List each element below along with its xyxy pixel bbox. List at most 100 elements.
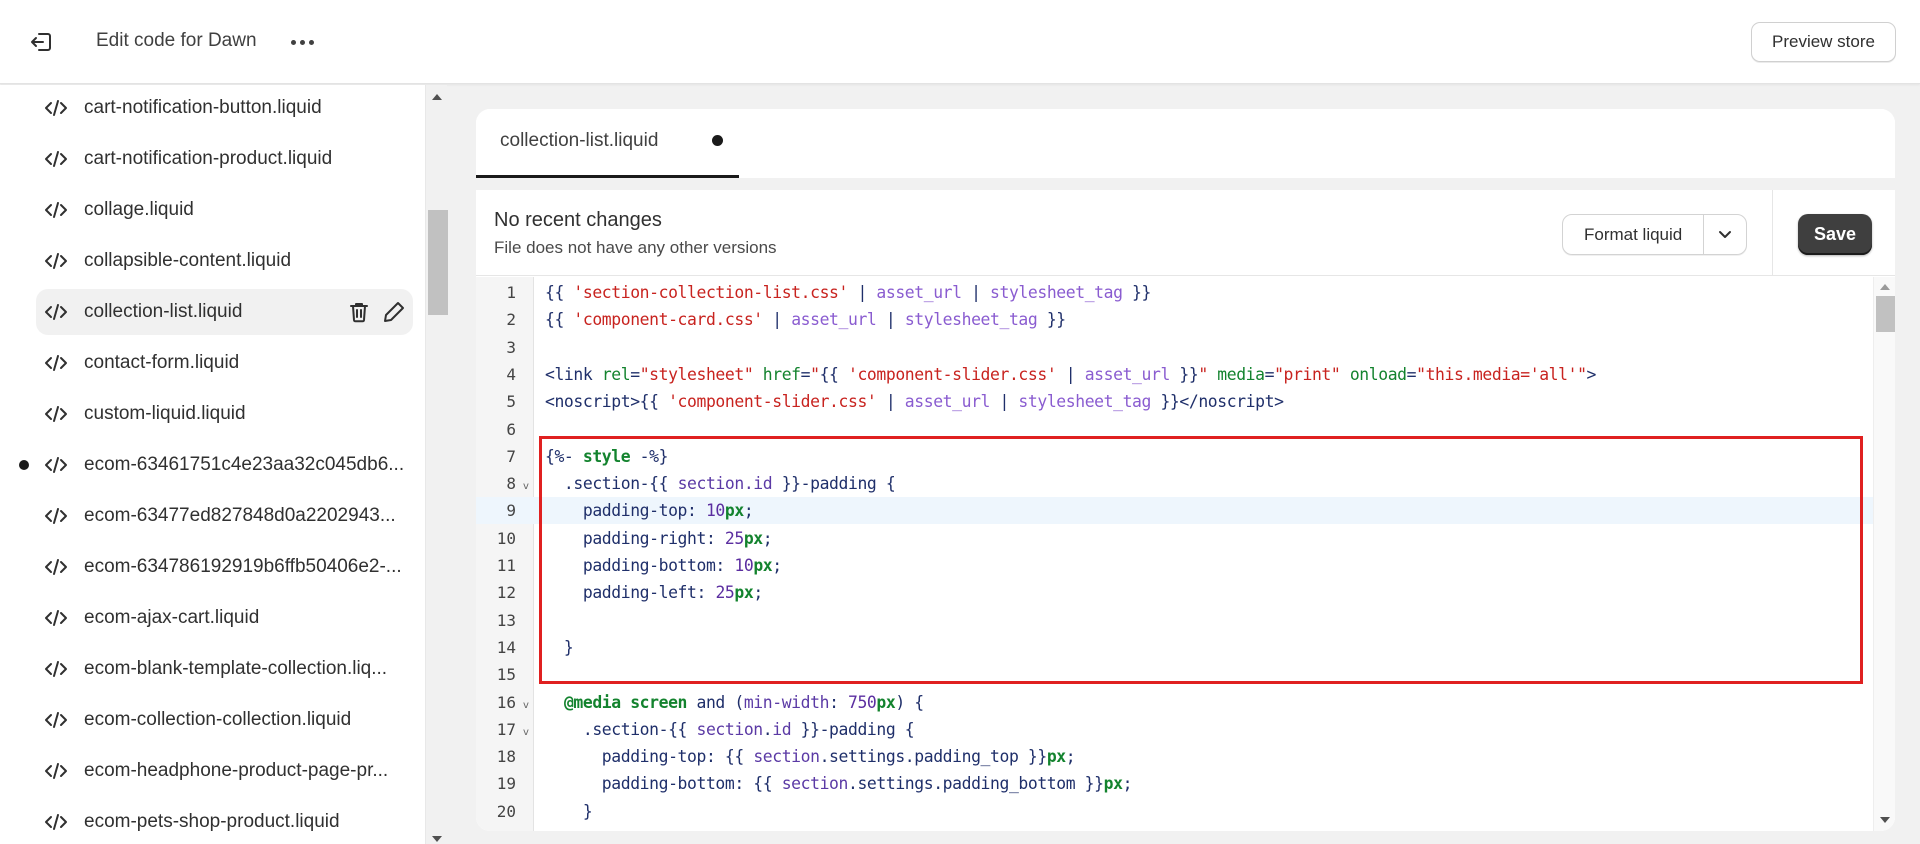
file-item[interactable]: ecom-blank-template-collection.liq... (36, 646, 413, 692)
code-token: .settings.padding_bottom }} (847, 774, 1104, 794)
code-line[interactable]: 1 {{ 'section-collection-list.css' | asse… (476, 279, 1873, 306)
code-token: stylesheet_tag (1018, 392, 1151, 412)
code-token: } (545, 637, 574, 657)
file-item[interactable]: cart-notification-product.liquid (36, 136, 413, 182)
code-line[interactable]: 14 } (476, 634, 1873, 661)
fold-chevron-icon[interactable]: v (523, 700, 529, 711)
code-line[interactable]: 6 (476, 416, 1873, 443)
code-line[interactable]: 17 v .section-{{ section.id }}-padding { (476, 716, 1873, 743)
code-line[interactable]: 5 <noscript>{{ 'component-slider.css' | a… (476, 388, 1873, 415)
code-file-icon (44, 302, 68, 322)
code-token: = (1406, 364, 1417, 384)
code-text: padding-top: 10px; (545, 501, 754, 520)
code-token: {%- (545, 446, 583, 466)
tab-collection-list[interactable]: collection-list.liquid (476, 109, 739, 178)
code-token: asset_url (904, 392, 991, 412)
scrollbar-thumb[interactable] (1876, 296, 1895, 332)
file-item[interactable]: collage.liquid (36, 187, 413, 233)
scroll-down-arrow-icon[interactable] (432, 836, 442, 842)
file-item[interactable]: ecom-63461751c4e23aa32c045db6... (19, 442, 413, 488)
code-line[interactable]: 19 padding-bottom: {{ section.settings.p… (476, 770, 1873, 797)
file-item[interactable]: ecom-headphone-product-page-pr... (36, 748, 413, 794)
code-token: ; (1122, 774, 1133, 794)
code-lines[interactable]: 1 {{ 'section-collection-list.css' | asse… (476, 277, 1873, 831)
code-token: media (1217, 364, 1265, 384)
editor-scrollbar[interactable] (1873, 277, 1895, 831)
code-line[interactable]: 11 padding-bottom: 10px; (476, 552, 1873, 579)
code-token: = (630, 364, 640, 384)
code-token: 750 (848, 692, 877, 712)
code-token: {{ (724, 747, 754, 767)
more-actions-button[interactable] (286, 28, 318, 56)
file-item[interactable]: collapsible-content.liquid (36, 238, 413, 284)
code-line[interactable]: 3 (476, 334, 1873, 361)
code-token: -%} (630, 446, 669, 466)
code-token: padding-bottom: (545, 774, 754, 794)
line-number: 2 (506, 310, 516, 330)
line-number: 8 (506, 474, 516, 494)
code-line[interactable]: 2 {{ 'component-card.css' | asset_url | s… (476, 306, 1873, 333)
scrollbar-thumb[interactable] (428, 210, 448, 315)
file-item[interactable]: cart-notification-button.liquid (36, 85, 413, 131)
format-options-dropdown[interactable] (1704, 215, 1746, 254)
file-item[interactable]: contact-form.liquid (36, 340, 413, 386)
scroll-up-arrow-icon[interactable] (432, 94, 442, 100)
format-button-group: Format liquid (1562, 214, 1747, 255)
preview-store-button[interactable]: Preview store (1751, 22, 1896, 62)
file-item[interactable]: ecom-ajax-cart.liquid (36, 595, 413, 641)
code-token: @media (563, 692, 621, 712)
code-token: "stylesheet" (639, 364, 754, 384)
file-item[interactable]: ecom-634786192919b6ffb50406e2-... (36, 544, 413, 590)
file-name: collapsible-content.liquid (84, 250, 292, 271)
scroll-up-arrow-icon[interactable] (1880, 284, 1890, 290)
pencil-icon[interactable] (382, 300, 406, 324)
code-token: = (800, 364, 811, 384)
format-liquid-button[interactable]: Format liquid (1563, 215, 1705, 254)
code-token: ; (762, 528, 773, 548)
panel-divider (476, 178, 1895, 190)
line-number: 10 (496, 528, 516, 548)
code-area[interactable]: 1 {{ 'section-collection-list.css' | asse… (476, 277, 1895, 831)
sidebar-scrollbar[interactable] (425, 85, 448, 844)
code-line[interactable]: 13 (476, 607, 1873, 634)
fold-chevron-icon[interactable]: v (523, 481, 529, 492)
code-line[interactable]: 16 v @media screen and (min-width: 750px)… (476, 689, 1873, 716)
file-item[interactable]: ecom-pets-shop-product.liquid (36, 799, 413, 844)
file-sidebar: cart-notification-button.liquid cart-noti… (0, 85, 425, 844)
code-line[interactable]: 12 padding-left: 25px; (476, 579, 1873, 606)
code-token: asset_url (876, 283, 962, 302)
code-line[interactable]: 9 padding-top: 10px; (476, 497, 1873, 525)
trash-icon[interactable] (347, 300, 371, 324)
code-token: }} (1122, 283, 1151, 302)
file-item[interactable]: ecom-63477ed827848d0a2202943... (36, 493, 413, 539)
code-token: <noscript>{{ (545, 392, 669, 412)
exit-button[interactable] (26, 28, 56, 56)
code-line[interactable]: 4 <link rel="stylesheet" href="{{ 'compon… (476, 361, 1873, 388)
code-file-icon (44, 200, 68, 220)
code-line[interactable]: 18 padding-top: {{ section.settings.padd… (476, 743, 1873, 770)
file-item[interactable]: collection-list.liquid (36, 289, 413, 335)
file-name: ecom-headphone-product-page-pr... (84, 760, 389, 781)
code-line[interactable]: 15 (476, 661, 1873, 688)
unsaved-dot-icon[interactable] (712, 135, 723, 146)
file-item[interactable]: ecom-collection-collection.liquid (36, 697, 413, 743)
save-button[interactable]: Save (1798, 214, 1872, 255)
code-token: padding-right: (545, 528, 725, 548)
code-token: | (847, 283, 877, 302)
scroll-down-arrow-icon[interactable] (1880, 817, 1890, 823)
code-line[interactable]: 7 {%- style -%} (476, 443, 1873, 470)
file-item[interactable]: custom-liquid.liquid (36, 391, 413, 437)
code-line[interactable]: 8v .section-{{ section.id }}-padding { (476, 470, 1873, 497)
code-token: "this.media='all'" (1416, 364, 1587, 384)
fold-chevron-icon[interactable]: v (523, 727, 529, 738)
exit-icon (31, 33, 51, 51)
code-line[interactable]: 20 } (476, 798, 1873, 825)
more-dot (299, 39, 305, 45)
line-number: 17 (496, 719, 516, 739)
code-token: .section- (545, 719, 669, 739)
code-text: <noscript>{{ 'component-slider.css' | as… (545, 392, 1284, 411)
code-token: "print" (1274, 364, 1341, 384)
code-line[interactable]: 10 padding-right: 25px; (476, 525, 1873, 552)
code-token: " (810, 364, 820, 384)
